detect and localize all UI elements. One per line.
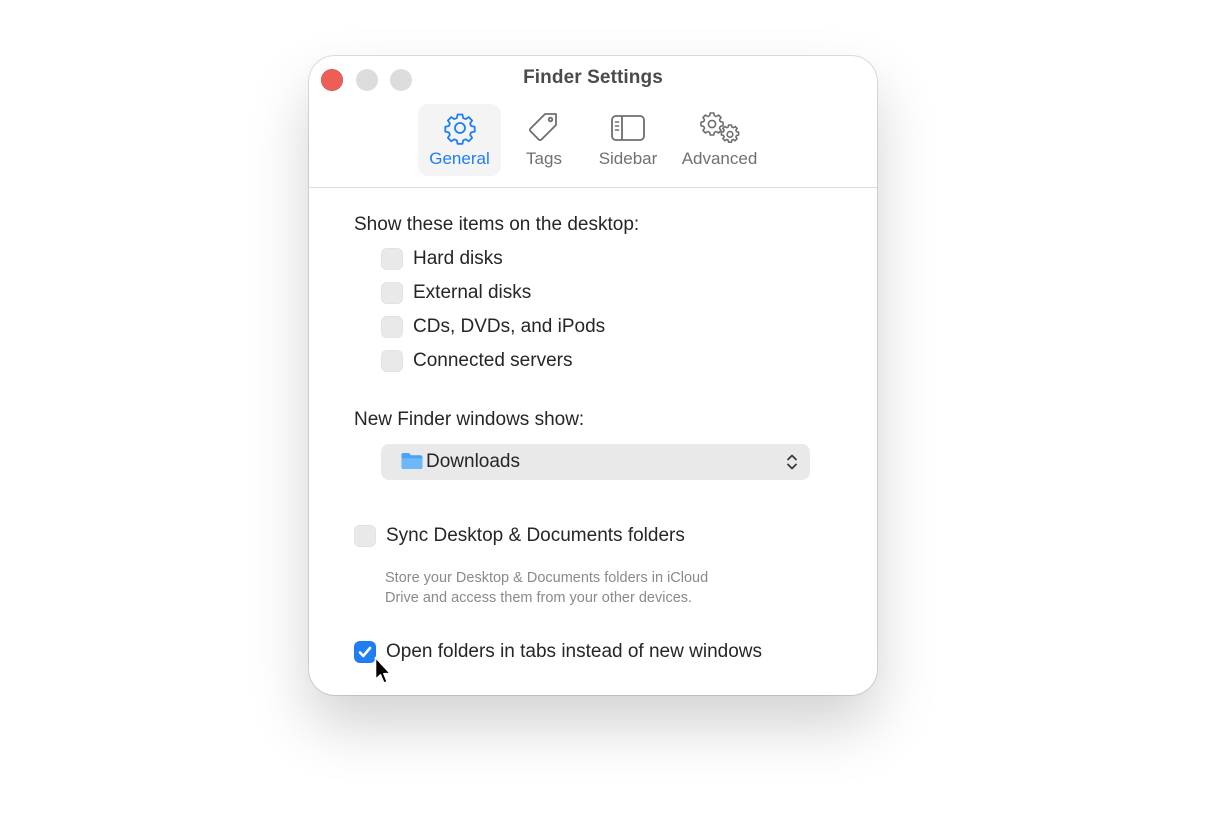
open-in-tabs-label: Open folders in tabs instead of new wind…: [386, 641, 762, 662]
sidebar-icon: [590, 111, 666, 145]
tab-general-label: General: [429, 149, 490, 168]
new-windows-popup[interactable]: Downloads: [381, 444, 810, 480]
titlebar: Finder Settings General Tags Sidebar Adv…: [309, 56, 877, 187]
tab-general[interactable]: General: [418, 104, 501, 176]
connected-servers-checkbox[interactable]: [381, 350, 403, 372]
toolbar-divider: [309, 187, 877, 188]
hard-disks-label: Hard disks: [413, 248, 503, 269]
cds-dvds-ipods-checkbox[interactable]: [381, 316, 403, 338]
sync-help-text: Store your Desktop & Documents folders i…: [385, 568, 785, 608]
tab-advanced-label: Advanced: [681, 149, 758, 168]
tab-advanced[interactable]: Advanced: [677, 104, 762, 176]
desktop-items-heading: Show these items on the desktop:: [354, 214, 640, 235]
sync-help-line-1: Store your Desktop & Documents folders i…: [385, 570, 709, 586]
mouse-cursor-icon: [374, 656, 392, 691]
connected-servers-label: Connected servers: [413, 350, 573, 371]
window-title: Finder Settings: [523, 67, 663, 88]
gear-icon: [418, 111, 501, 145]
tab-tags-label: Tags: [526, 149, 562, 168]
sync-desktop-label: Sync Desktop & Documents folders: [386, 525, 685, 546]
gears-icon: [677, 111, 762, 145]
hard-disks-checkbox[interactable]: [381, 248, 403, 270]
new-windows-value: Downloads: [426, 451, 520, 472]
finder-settings-window: Finder Settings General Tags Sidebar Adv…: [309, 56, 877, 695]
cds-dvds-ipods-label: CDs, DVDs, and iPods: [413, 316, 606, 337]
sync-desktop-checkbox[interactable]: [354, 525, 376, 547]
tab-tags[interactable]: Tags: [509, 104, 579, 176]
checkmark-icon: [358, 646, 372, 658]
external-disks-label: External disks: [413, 282, 532, 303]
new-windows-heading: New Finder windows show:: [354, 409, 585, 430]
folder-icon: [400, 451, 424, 476]
open-in-tabs-checkbox[interactable]: [354, 641, 376, 663]
tab-sidebar[interactable]: Sidebar: [590, 104, 666, 176]
tab-sidebar-label: Sidebar: [598, 149, 658, 168]
tag-icon: [509, 111, 579, 145]
chevron-updown-icon: [786, 453, 798, 476]
external-disks-checkbox[interactable]: [381, 282, 403, 304]
sync-help-line-2: Drive and access them from your other de…: [385, 590, 693, 606]
